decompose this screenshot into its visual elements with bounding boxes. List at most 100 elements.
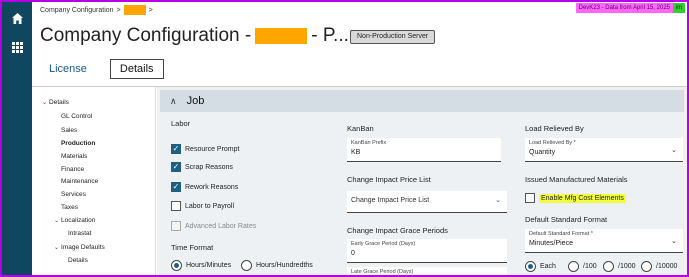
redacted-company [123,5,146,15]
change-impact-price-list-select[interactable]: Change Impact Price List ⌄ [347,191,507,213]
resource-prompt-option[interactable]: ✓ Resource Prompt [171,144,239,154]
nav-item-label: Sales [61,127,78,134]
nav-item-production[interactable]: Production [61,140,95,147]
section-title: Job [186,95,205,107]
scrap-reasons-label: Scrap Reasons [185,163,233,171]
page-title-suffix: - P... [311,25,349,46]
tab-bar: License Details [40,58,164,80]
breadcrumb-separator: > [116,6,121,14]
chevron-down-icon: ⌄ [671,238,677,245]
nav-item-label: Details [68,257,88,264]
hours-hundredths-label: Hours/Hundredths [256,262,313,269]
grid-icon[interactable] [12,42,23,53]
std-1000-radio[interactable] [603,261,614,272]
nav-item-services[interactable]: Services [61,191,86,198]
breadcrumb-root[interactable]: Company Configuration [40,7,114,14]
enable-mfg-cost-label: Enable Mfg Cost Elements [539,193,626,203]
nav-item-intrastat[interactable]: Intrastat [68,230,91,237]
time-format-title: Time Format [171,243,214,252]
rework-reasons-checkbox[interactable]: ✓ [171,182,181,192]
load-relieved-label: Load Relieved By * [529,140,576,146]
std-1000-option[interactable]: /1000 [603,261,636,272]
std-100-label: /100 [583,263,597,270]
nav-item-label: Intrastat [68,230,92,237]
std-10000-label: /10000 [656,263,678,270]
content-panel: ∧ Job Labor ✓ Resource Prompt ✓ Scrap Re… [157,87,687,275]
environment-text: DevK23 - Data from April 15, 2025 [575,3,673,13]
hours-minutes-radio[interactable] [171,260,182,271]
nav-item-taxes[interactable]: Taxes [61,204,78,211]
scrap-reasons-checkbox[interactable]: ✓ [171,162,181,172]
page-title-prefix: Company Configuration - [40,25,252,46]
labor-to-payroll-option[interactable]: Labor to Payroll [171,201,234,211]
tab-license[interactable]: License [40,60,96,78]
nav-item-label: Services [61,191,86,198]
std-each-option[interactable]: Each [525,261,556,272]
late-grace-period-label: Late Grace Period (Days) [351,269,414,275]
rework-reasons-option[interactable]: ✓ Rework Reasons [171,182,238,192]
nav-item-materials[interactable]: Materials [61,153,87,160]
change-impact-price-list-value: Change Impact Price List [351,197,430,204]
default-std-format-select[interactable]: Default Standard Format * Minutes/Piece … [525,229,683,253]
labor-title: Labor [171,119,191,128]
early-grace-period-label: Early Grace Period (Days) [351,241,416,247]
labor-column: Labor [171,119,321,128]
kanban-prefix-value: KB [351,149,361,156]
chevron-down-icon: ⌄ [54,218,60,224]
chevron-down-icon: ⌄ [671,147,677,154]
nav-item-maintenance[interactable]: Maintenance [61,178,98,185]
chevron-down-icon: ⌄ [42,100,48,106]
nav-item-details[interactable]: ⌄ Details [42,99,69,106]
tab-details[interactable]: Details [109,59,164,79]
resource-prompt-checkbox[interactable]: ✓ [171,144,181,154]
nav-item-finance[interactable]: Finance [61,166,84,173]
default-std-format-title: Default Standard Format [525,215,608,224]
nav-item-label: GL Control [61,113,93,120]
std-10000-radio[interactable] [641,261,652,272]
environment-banner: DevK23 - Data from April 15, 2025 im [575,3,685,13]
std-100-radio[interactable] [568,261,579,272]
enable-mfg-cost-option[interactable]: Enable Mfg Cost Elements [525,193,626,203]
advanced-labor-rates-option: Advanced Labor Rates [171,221,256,231]
chevron-down-icon: ⌄ [495,197,501,204]
default-std-format-value: Minutes/Piece [529,240,573,247]
enable-mfg-cost-checkbox[interactable] [525,193,535,203]
hours-hundredths-radio[interactable] [241,260,252,271]
nav-item-label: Details [49,99,69,106]
home-icon[interactable] [11,12,24,25]
nav-rail [2,2,32,275]
hours-hundredths-option[interactable]: Hours/Hundredths [241,260,313,271]
nav-item-gl-control[interactable]: GL Control [61,113,92,120]
std-each-radio[interactable] [525,261,536,272]
early-grace-period-field[interactable]: Early Grace Period (Days) 0 [347,239,507,263]
main-area: Company Configuration > > DevK23 - Data … [32,2,687,275]
kanban-prefix-label: KanBan Prefix [351,140,387,146]
advanced-labor-rates-checkbox [171,221,181,231]
server-badge: Non-Production Server [350,30,436,44]
nav-item-localization[interactable]: ⌄ Localization [54,217,95,224]
chevron-up-icon: ∧ [170,95,177,106]
nav-item-sales[interactable]: Sales [61,127,77,134]
labor-to-payroll-checkbox[interactable] [171,201,181,211]
redacted-company-name [255,28,308,44]
app-frame: Company Configuration > > DevK23 - Data … [0,0,689,277]
late-grace-period-field[interactable]: Late Grace Period (Days) [347,267,507,275]
load-relieved-select[interactable]: Load Relieved By * Quantity ⌄ [525,138,683,162]
nav-item-label: Taxes [61,204,78,211]
std-10000-option[interactable]: /10000 [641,261,677,272]
kanban-prefix-field[interactable]: KanBan Prefix KB [347,138,501,162]
labor-to-payroll-label: Labor to Payroll [185,202,235,210]
std-100-option[interactable]: /100 [568,261,597,272]
nav-item-label: Localization [61,217,96,224]
environment-flag: im [673,3,685,13]
nav-item-image-defaults[interactable]: ⌄ Image Defaults [54,244,105,251]
scrap-reasons-option[interactable]: ✓ Scrap Reasons [171,162,233,172]
resource-prompt-label: Resource Prompt [185,145,240,153]
early-grace-period-value: 0 [351,250,355,257]
issued-manufactured-title: Issued Manufactured Materials [525,175,628,184]
nav-item-image-details[interactable]: Details [68,257,88,264]
section-header-job[interactable]: ∧ Job [160,90,684,112]
page-title: Company Configuration - - P... [40,25,349,47]
hours-minutes-option[interactable]: Hours/Minutes [171,260,231,271]
advanced-labor-rates-label: Advanced Labor Rates [185,222,257,230]
